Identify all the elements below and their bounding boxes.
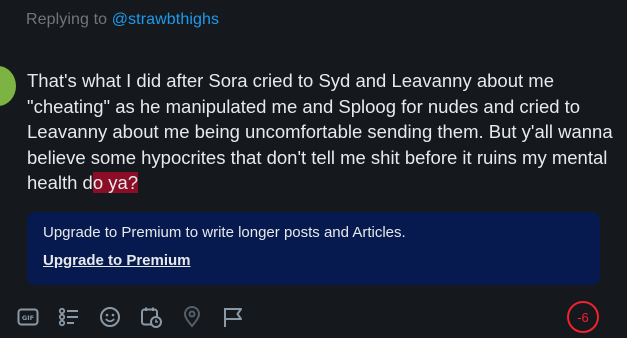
- character-counter: -6: [567, 301, 599, 333]
- compose-toolbar: GIF: [16, 303, 262, 331]
- location-button[interactable]: [180, 305, 204, 329]
- poll-button[interactable]: [57, 305, 81, 329]
- premium-message: Upgrade to Premium to write longer posts…: [43, 224, 406, 241]
- poll-icon: [58, 307, 78, 327]
- post-text-overflow: o ya?: [92, 172, 139, 193]
- replying-to-label: Replying to: [26, 11, 112, 28]
- schedule-icon: [141, 307, 162, 328]
- avatar[interactable]: [0, 66, 16, 106]
- svg-text:GIF: GIF: [22, 314, 34, 322]
- flag-icon: [224, 308, 242, 327]
- premium-upsell-box: Upgrade to Premium to write longer posts…: [27, 212, 600, 285]
- gif-icon: GIF: [17, 308, 39, 326]
- reply-handle-link[interactable]: @strawbthighs: [112, 11, 219, 28]
- location-icon: [183, 306, 201, 328]
- post-text-editor[interactable]: That's what I did after Sora cried to Sy…: [27, 68, 617, 196]
- replying-to: Replying to @strawbthighs: [26, 11, 219, 29]
- flag-button[interactable]: [221, 305, 245, 329]
- gif-button[interactable]: GIF: [16, 305, 40, 329]
- emoji-icon: [100, 307, 120, 327]
- schedule-button[interactable]: [139, 305, 163, 329]
- upgrade-to-premium-link[interactable]: Upgrade to Premium: [43, 252, 191, 269]
- emoji-button[interactable]: [98, 305, 122, 329]
